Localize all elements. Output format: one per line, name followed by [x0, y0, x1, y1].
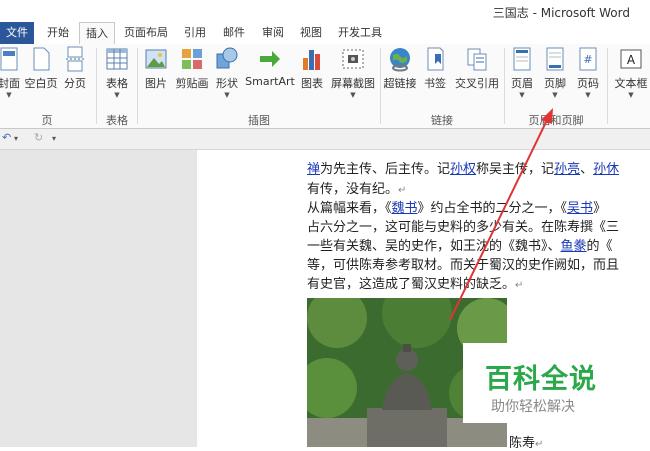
- watermark-subtitle: 助你轻松解决: [491, 399, 575, 415]
- watermark-title: 百科全说: [485, 364, 597, 395]
- watermark: 百科全说 助你轻松解决: [463, 343, 650, 423]
